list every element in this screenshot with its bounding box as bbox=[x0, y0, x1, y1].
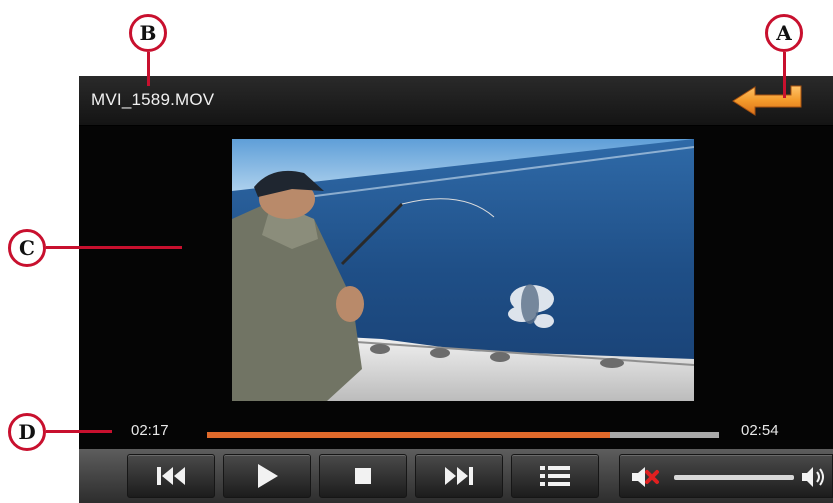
callout-d-label: D bbox=[18, 420, 36, 444]
back-button[interactable] bbox=[729, 84, 807, 118]
callout-a: A bbox=[765, 14, 803, 52]
stop-icon bbox=[355, 468, 371, 484]
play-button[interactable] bbox=[223, 454, 311, 498]
volume-control bbox=[619, 454, 833, 498]
callout-c-line bbox=[46, 246, 182, 249]
stop-button[interactable] bbox=[319, 454, 407, 498]
speaker-muted-icon bbox=[632, 467, 659, 487]
progress-bar-fill bbox=[207, 432, 610, 438]
playlist-button[interactable] bbox=[511, 454, 599, 498]
next-button[interactable] bbox=[415, 454, 503, 498]
callout-b-label: B bbox=[139, 21, 157, 45]
skip-previous-icon bbox=[157, 467, 185, 485]
play-icon bbox=[258, 464, 278, 488]
callout-b-line bbox=[147, 52, 150, 86]
callout-d-line bbox=[46, 430, 112, 433]
mute-button[interactable] bbox=[630, 464, 659, 490]
volume-slider[interactable] bbox=[674, 475, 794, 480]
video-display-area[interactable] bbox=[79, 126, 833, 456]
skip-next-icon bbox=[445, 467, 473, 485]
video-filename: MVI_1589.MOV bbox=[91, 90, 215, 109]
callout-c-label: C bbox=[19, 236, 35, 260]
back-arrow-icon bbox=[732, 85, 802, 116]
video-frame[interactable] bbox=[232, 139, 694, 401]
speaker-loud-icon bbox=[802, 467, 824, 487]
callout-a-label: A bbox=[776, 21, 792, 45]
previous-button[interactable] bbox=[127, 454, 215, 498]
total-time: 02:54 bbox=[741, 422, 779, 439]
callout-a-line bbox=[783, 52, 786, 98]
callout-c: C bbox=[8, 229, 46, 267]
callout-b: B bbox=[129, 14, 167, 52]
title-bar: MVI_1589.MOV bbox=[79, 76, 833, 126]
control-bar bbox=[79, 449, 833, 503]
callout-d: D bbox=[8, 413, 46, 451]
video-still-fishing bbox=[232, 139, 694, 401]
list-icon bbox=[540, 466, 570, 486]
current-time: 02:17 bbox=[131, 422, 169, 439]
progress-bar[interactable] bbox=[207, 432, 719, 438]
volume-max-button[interactable] bbox=[800, 464, 828, 490]
video-player: MVI_1589.MOV 02:17 02:54 bbox=[79, 76, 833, 503]
